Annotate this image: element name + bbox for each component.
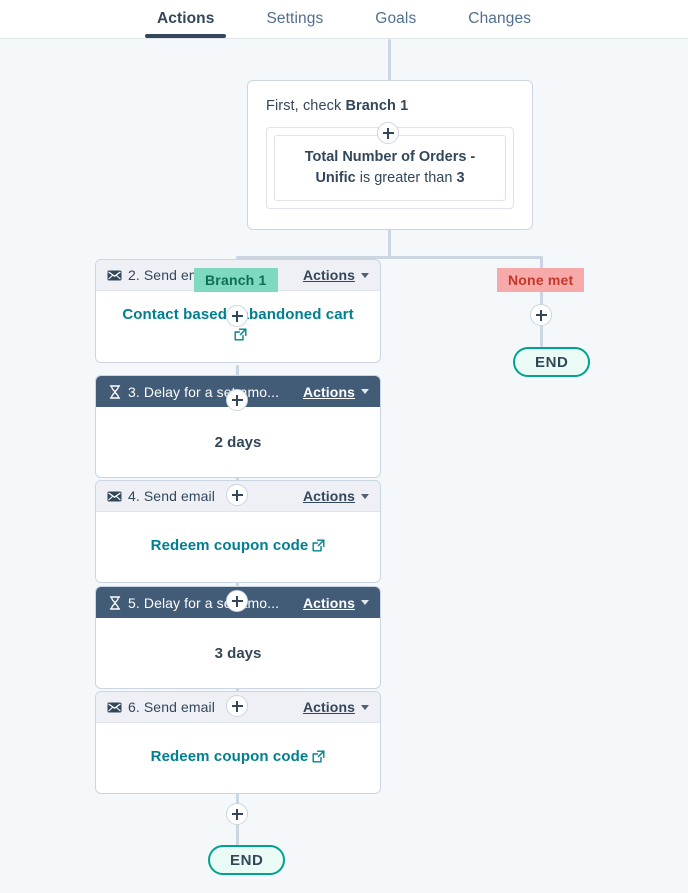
external-link-icon [234,327,247,347]
add-step-button-6[interactable] [226,695,248,717]
workflow-tab-bar: Actions Settings Goals Changes [0,0,688,39]
step-4-title: 4. Send email [128,488,215,504]
step-6-title: 6. Send email [128,699,215,715]
add-step-button-top[interactable] [377,122,399,144]
branch-title-name: Branch 1 [345,98,409,114]
step-6-body: Redeem coupon code [96,723,380,793]
add-step-button-none-met[interactable] [530,304,552,326]
step-4-email-link[interactable]: Redeem coupon code [151,536,326,558]
step-2-actions-menu[interactable]: Actions [303,267,369,283]
step-4-actions-menu[interactable]: Actions [303,488,369,504]
branch-card-title: First, check Branch 1 [266,98,514,114]
email-icon [107,700,122,715]
step-5-delay-value: 3 days [214,644,262,662]
chevron-down-icon [361,704,369,710]
step-3-body: 2 days [96,407,380,477]
end-node-none-met: END [513,347,591,377]
tab-goals[interactable]: Goals [349,10,442,38]
step-6-actions-label: Actions [302,699,355,715]
external-link-icon [312,538,325,558]
tab-settings[interactable]: Settings [240,10,349,38]
email-icon [107,268,122,283]
condition-operator: is greater than [355,170,457,187]
step-3-title: 3. Delay for a set amo... [128,383,280,400]
tab-goals-label: Goals [375,10,417,27]
step-4-email-name: Redeem coupon code [150,536,309,554]
condition-value: 3 [456,170,465,187]
add-step-button-5[interactable] [226,590,248,612]
chevron-down-icon [361,493,369,499]
tab-settings-label: Settings [266,10,324,27]
step-5-title: 5. Delay for a set amo... [128,594,280,611]
hourglass-icon [107,595,122,610]
branch-title-prefix: First, check [266,98,346,114]
end-node-main: END [208,845,286,875]
step-3-actions-menu[interactable]: Actions [303,384,369,400]
add-step-button-2[interactable] [226,305,248,327]
step-5-body: 3 days [96,618,380,688]
step-3-delay-value: 2 days [214,433,262,451]
add-step-button-3[interactable] [226,389,248,411]
add-step-button-end[interactable] [226,803,248,825]
branch-condition-row[interactable]: Total Number of Orders - Unific is great… [274,135,506,202]
branch-condition-card[interactable]: First, check Branch 1 Total Number of Or… [247,80,533,231]
external-link-icon [312,749,325,769]
step-3-actions-label: Actions [302,383,355,400]
email-icon [107,489,122,504]
chevron-down-icon [361,389,369,394]
connector-line-top [388,39,391,84]
tab-changes-label: Changes [468,10,532,27]
step-4-body: Redeem coupon code [96,512,380,582]
tab-actions[interactable]: Actions [131,10,241,38]
step-4-actions-label: Actions [302,488,355,504]
step-6-email-link[interactable]: Redeem coupon code [151,747,326,769]
chevron-down-icon [361,272,369,278]
none-met-badge: None met [497,268,585,292]
hourglass-icon [107,384,122,399]
workflow-canvas: First, check Branch 1 Total Number of Or… [0,39,688,893]
step-5-actions-menu[interactable]: Actions [303,595,369,611]
tab-changes[interactable]: Changes [442,10,557,38]
tab-actions-label: Actions [156,10,215,27]
chevron-down-icon [361,600,369,605]
step-5-actions-label: Actions [302,594,355,611]
add-step-button-4[interactable] [226,484,248,506]
branch-1-badge: Branch 1 [194,268,278,292]
step-6-email-name: Redeem coupon code [150,747,309,765]
step-6-actions-menu[interactable]: Actions [303,699,369,715]
step-2-actions-label: Actions [302,267,355,283]
